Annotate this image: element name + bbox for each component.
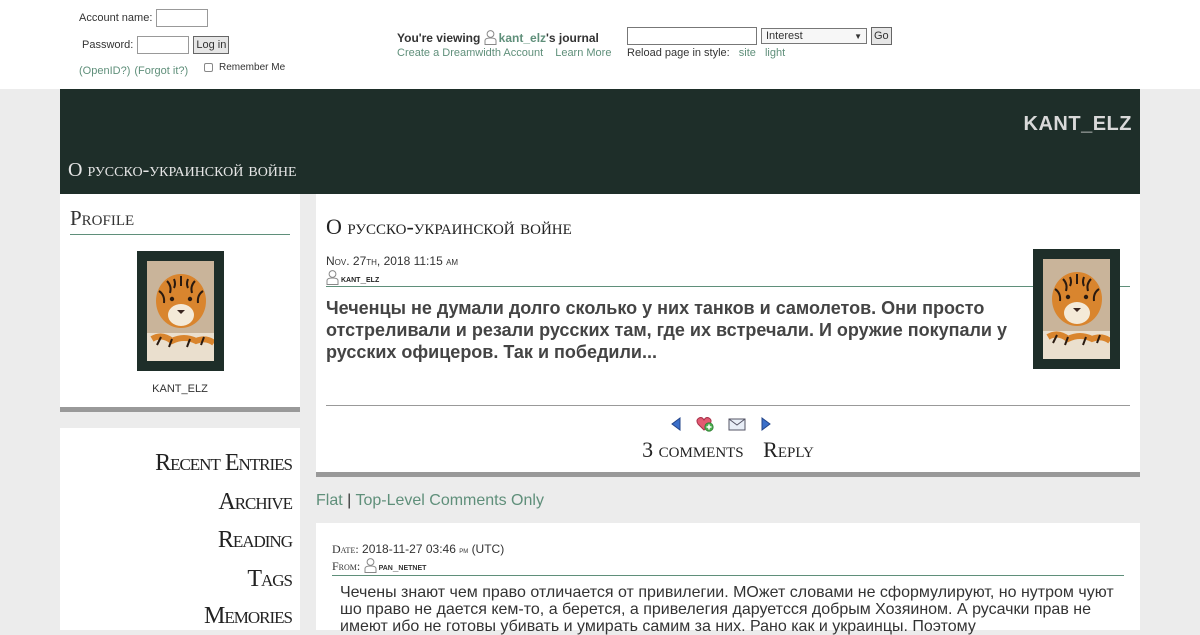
journal-title: О русско-украинской войне xyxy=(68,159,297,181)
nav-memories[interactable]: Memories xyxy=(204,603,293,630)
entry-poster: kant_elz xyxy=(326,270,1130,287)
flat-view-link[interactable]: Flat xyxy=(316,492,343,509)
password-label: Password: xyxy=(82,39,134,51)
search-input[interactable] xyxy=(627,27,757,45)
entry-body: Чеченцы не думали долго сколько у них та… xyxy=(326,298,1007,362)
entry-title: О русско-украинской войне xyxy=(326,214,572,239)
journal-name[interactable]: KANT_ELZ xyxy=(1024,113,1132,136)
profile-username[interactable]: KANT_ELZ xyxy=(60,383,300,395)
login-button[interactable]: Log in xyxy=(193,36,230,54)
search-type-value: Interest xyxy=(766,30,803,42)
nav-archive[interactable]: Archive xyxy=(218,489,293,516)
reply-link[interactable]: Reply xyxy=(763,437,814,462)
comment-view-options: Flat | Top-Level Comments Only xyxy=(316,492,544,510)
reload-style: Reload page in style: site light xyxy=(627,47,785,59)
entry-poster-name[interactable]: kant_elz xyxy=(341,274,379,285)
next-entry-icon[interactable] xyxy=(760,417,772,431)
entry-date: Nov. 27th, 2018 11:15 am xyxy=(326,254,459,268)
view-options-separator: | xyxy=(347,492,352,509)
journal-entry: О русско-украинской войне Nov. 27th, 201… xyxy=(316,194,1140,477)
journal-user-link[interactable]: kant_elz xyxy=(499,31,546,45)
profile-module: Profile KANT_ELZ xyxy=(60,194,300,412)
top-login-bar: Account name: Password: Log in (OpenID?)… xyxy=(0,0,1200,89)
remember-me: Remember Me xyxy=(204,62,285,73)
forgot-password-link[interactable]: (Forgot it?) xyxy=(134,65,188,77)
user-icon[interactable] xyxy=(364,558,377,573)
search-type-select[interactable]: Interest ▼ xyxy=(761,28,867,44)
entry-links: 3 comments Reply xyxy=(316,437,1140,463)
account-name-label: Account name: xyxy=(79,12,153,24)
entry-divider xyxy=(326,405,1130,406)
nav-reading[interactable]: Reading xyxy=(218,527,293,554)
remember-me-checkbox[interactable] xyxy=(204,63,213,72)
learn-more-link[interactable]: Learn More xyxy=(555,47,611,59)
comment-date-label: Date: xyxy=(332,542,359,556)
style-site-link[interactable]: site xyxy=(739,47,756,59)
comment-date-tz: (UTC) xyxy=(471,542,505,556)
add-memory-icon[interactable] xyxy=(696,416,714,432)
comment-author[interactable]: pan_netnet xyxy=(379,562,427,573)
nav-recent-entries[interactable]: Recent Entries xyxy=(155,450,293,477)
viewing-journal: You're viewing kant_elz's journal xyxy=(397,30,599,45)
entry-tools xyxy=(670,416,772,432)
tiger-userpic-icon xyxy=(147,261,214,361)
email-entry-icon[interactable] xyxy=(728,417,746,431)
viewing-suffix: 's journal xyxy=(546,31,599,45)
comment: Date: 2018-11-27 03:46 pm (UTC) From: pa… xyxy=(316,523,1140,635)
tiger-userpic-icon xyxy=(1043,259,1110,359)
comment-date-value: 2018-11-27 03:46 xyxy=(362,542,456,556)
style-light-link[interactable]: light xyxy=(765,47,785,59)
viewing-prefix: You're viewing xyxy=(397,31,481,45)
openid-link[interactable]: (OpenID?) xyxy=(79,65,130,77)
top-level-comments-link[interactable]: Top-Level Comments Only xyxy=(355,492,544,509)
reload-style-label: Reload page in style: xyxy=(627,47,730,59)
password-input[interactable] xyxy=(137,36,190,54)
user-icon[interactable] xyxy=(484,30,497,45)
previous-entry-icon[interactable] xyxy=(670,417,682,431)
login-help-links: (OpenID?) (Forgot it?) xyxy=(79,65,188,77)
account-name-input[interactable] xyxy=(156,9,209,27)
create-account-link[interactable]: Create a Dreamwidth Account xyxy=(397,47,543,59)
go-button[interactable]: Go xyxy=(871,27,892,45)
account-row: Account name: xyxy=(79,9,209,27)
nav-tags[interactable]: Tags xyxy=(247,566,293,593)
comment-from-label: From: xyxy=(332,559,361,573)
account-links: Create a Dreamwidth Account Learn More xyxy=(397,47,620,59)
navigation-module: Recent Entries Archive Reading Tags Memo… xyxy=(60,428,300,630)
user-icon[interactable] xyxy=(326,270,339,285)
entry-userpic xyxy=(1033,249,1120,369)
profile-avatar[interactable] xyxy=(137,251,224,371)
profile-heading: Profile xyxy=(70,206,290,235)
comment-from: From: pan_netnet xyxy=(332,558,1124,576)
password-row: Password: Log in xyxy=(82,36,230,54)
comment-date-ampm: pm xyxy=(459,545,469,555)
comment-date: Date: 2018-11-27 03:46 pm (UTC) xyxy=(332,542,504,557)
remember-me-label: Remember Me xyxy=(219,62,286,73)
comment-body: Чечены знают чем право отличается от при… xyxy=(340,584,1114,635)
search-form: Interest ▼ Go xyxy=(627,27,892,45)
comments-link[interactable]: 3 comments xyxy=(642,437,744,462)
journal-header: KANT_ELZ О русско-украинской войне xyxy=(60,89,1140,194)
chevron-down-icon: ▼ xyxy=(854,31,862,41)
